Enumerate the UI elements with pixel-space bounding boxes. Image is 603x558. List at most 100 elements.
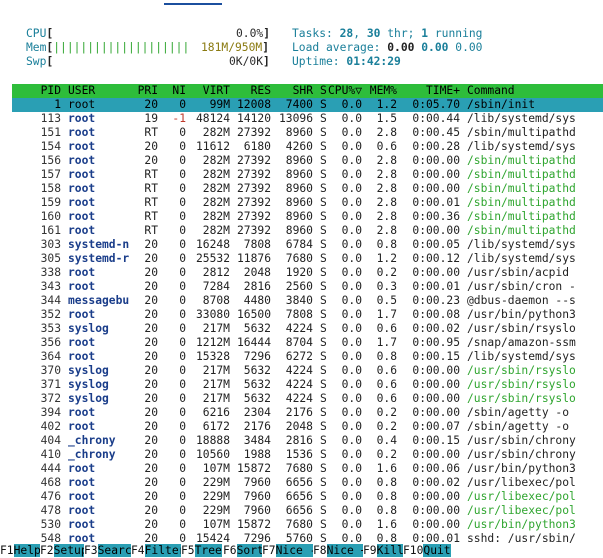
process-cell-pid[interactable]: 158 — [41, 182, 61, 196]
process-cell-cmd[interactable]: /usr/sbin/rsyslo — [467, 364, 576, 378]
process-cell-user[interactable]: root — [68, 406, 95, 420]
process-cell-cmd[interactable]: /sbin/multipathd — [467, 154, 576, 168]
process-cell-time[interactable]: 0:00.00 — [412, 406, 460, 420]
process-cell-res[interactable]: 2176 — [244, 420, 271, 434]
process-cell-user[interactable]: syslog — [68, 392, 109, 406]
process-cell-mem[interactable]: 1.2 — [377, 98, 397, 112]
process-cell-res[interactable]: 27392 — [237, 154, 271, 168]
process-cell-mem[interactable]: 2.8 — [377, 154, 397, 168]
process-cell-res[interactable]: 3484 — [244, 434, 271, 448]
process-cell-mem[interactable]: 0.2 — [377, 406, 397, 420]
process-cell-mem[interactable]: 2.8 — [377, 168, 397, 182]
process-cell-mem[interactable]: 0.8 — [377, 490, 397, 504]
process-cell-mem[interactable]: 0.8 — [377, 350, 397, 364]
process-cell-res[interactable]: 16500 — [237, 308, 271, 322]
process-cell-pri[interactable]: RT — [144, 168, 158, 182]
process-cell-shr[interactable]: 4224 — [286, 322, 313, 336]
process-cell-time[interactable]: 0:00.00 — [412, 182, 460, 196]
process-cell-cpu[interactable]: 0.0 — [342, 238, 362, 252]
process-cell-cpu[interactable]: 0.0 — [342, 196, 362, 210]
process-cell-ni[interactable]: 0 — [179, 238, 186, 252]
process-cell-res[interactable]: 7960 — [244, 490, 271, 504]
process-cell-ni[interactable]: 0 — [179, 280, 186, 294]
process-cell-ni[interactable]: 0 — [179, 336, 186, 350]
process-cell-res[interactable]: 7296 — [244, 350, 271, 364]
process-cell-pri[interactable]: 20 — [144, 420, 158, 434]
process-cell-ni[interactable]: 0 — [179, 308, 186, 322]
process-cell-s[interactable]: S — [320, 168, 327, 182]
header-col-cpu[interactable]: CPU%▽ — [328, 84, 362, 98]
process-cell-virt[interactable]: 25532 — [196, 252, 230, 266]
process-cell-shr[interactable]: 8960 — [286, 154, 313, 168]
process-cell-cpu[interactable]: 0.0 — [342, 518, 362, 532]
process-cell-pri[interactable]: 20 — [144, 308, 158, 322]
process-cell-cpu[interactable]: 0.0 — [342, 378, 362, 392]
process-cell-ni[interactable]: 0 — [179, 448, 186, 462]
process-cell-ni[interactable]: 0 — [179, 490, 186, 504]
process-cell-virt[interactable]: 7284 — [203, 280, 230, 294]
process-cell-s[interactable]: S — [320, 112, 327, 126]
process-cell-time[interactable]: 0:00.44 — [412, 112, 460, 126]
process-cell-cmd[interactable]: /sbin/init — [467, 98, 535, 112]
process-cell-ni[interactable]: 0 — [179, 196, 186, 210]
process-cell-time[interactable]: 0:00.07 — [412, 420, 460, 434]
process-cell-cmd[interactable]: /usr/sbin/rsyslo — [467, 322, 576, 336]
process-cell-user[interactable]: root — [68, 462, 95, 476]
process-cell-cmd[interactable]: /lib/systemd/sys — [467, 238, 576, 252]
process-cell-time[interactable]: 0:00.00 — [412, 490, 460, 504]
process-cell-time[interactable]: 0:00.00 — [412, 378, 460, 392]
process-cell-ni[interactable]: 0 — [179, 518, 186, 532]
process-cell-cpu[interactable]: 0.0 — [342, 406, 362, 420]
process-cell-shr[interactable]: 2560 — [286, 280, 313, 294]
process-cell-s[interactable]: S — [320, 280, 327, 294]
process-cell-ni[interactable]: 0 — [179, 98, 186, 112]
process-cell-pid[interactable]: 338 — [41, 266, 61, 280]
function-key-filter[interactable]: F4Filter — [131, 544, 186, 558]
process-cell-res[interactable]: 27392 — [237, 182, 271, 196]
process-cell-res[interactable]: 15872 — [237, 518, 271, 532]
process-cell-shr[interactable]: 13096 — [279, 112, 313, 126]
process-cell-time[interactable]: 0:00.00 — [412, 364, 460, 378]
process-cell-time[interactable]: 0:05.70 — [412, 98, 460, 112]
header-col-mem[interactable]: MEM% — [370, 84, 397, 98]
process-cell-shr[interactable]: 8960 — [286, 210, 313, 224]
process-cell-cmd[interactable]: /sbin/multipathd — [467, 168, 576, 182]
process-cell-pid[interactable]: 303 — [41, 238, 61, 252]
process-cell-shr[interactable]: 8960 — [286, 126, 313, 140]
header-col-time[interactable]: TIME+ — [426, 84, 460, 98]
process-cell-virt[interactable]: 2812 — [203, 266, 230, 280]
process-cell-mem[interactable]: 2.8 — [377, 210, 397, 224]
process-cell-cpu[interactable]: 0.0 — [342, 490, 362, 504]
process-cell-user[interactable]: systemd-r — [68, 252, 129, 266]
process-cell-res[interactable]: 27392 — [237, 210, 271, 224]
process-cell-virt[interactable]: 217M — [203, 378, 230, 392]
process-cell-pid[interactable]: 352 — [41, 308, 61, 322]
process-cell-res[interactable]: 27392 — [237, 168, 271, 182]
process-cell-s[interactable]: S — [320, 336, 327, 350]
process-cell-cmd[interactable]: /sbin/multipathd — [467, 210, 576, 224]
process-cell-s[interactable]: S — [320, 364, 327, 378]
process-cell-cpu[interactable]: 0.0 — [342, 434, 362, 448]
process-cell-shr[interactable]: 6784 — [286, 238, 313, 252]
process-cell-pid[interactable]: 161 — [41, 224, 61, 238]
function-key-tree[interactable]: F5Tree — [181, 544, 222, 558]
process-cell-pri[interactable]: 20 — [144, 154, 158, 168]
process-cell-s[interactable]: S — [320, 308, 327, 322]
process-cell-ni[interactable]: 0 — [179, 420, 186, 434]
process-cell-mem[interactable]: 2.8 — [377, 224, 397, 238]
process-cell-time[interactable]: 0:00.00 — [412, 504, 460, 518]
process-cell-time[interactable]: 0:00.02 — [412, 322, 460, 336]
process-cell-virt[interactable]: 107M — [203, 462, 230, 476]
process-cell-virt[interactable]: 6216 — [203, 406, 230, 420]
process-cell-mem[interactable]: 2.8 — [377, 126, 397, 140]
process-cell-virt[interactable]: 15328 — [196, 350, 230, 364]
process-cell-pri[interactable]: 20 — [144, 476, 158, 490]
process-cell-cpu[interactable]: 0.0 — [342, 420, 362, 434]
process-cell-mem[interactable]: 0.6 — [377, 364, 397, 378]
process-cell-cmd[interactable]: /usr/sbin/rsyslo — [467, 392, 576, 406]
process-cell-cmd[interactable]: /usr/bin/python3 — [467, 308, 576, 322]
process-cell-time[interactable]: 0:00.45 — [412, 126, 460, 140]
process-cell-cmd[interactable]: /sbin/multipathd — [467, 182, 576, 196]
process-cell-time[interactable]: 0:00.02 — [412, 476, 460, 490]
process-cell-time[interactable]: 0:00.00 — [412, 448, 460, 462]
